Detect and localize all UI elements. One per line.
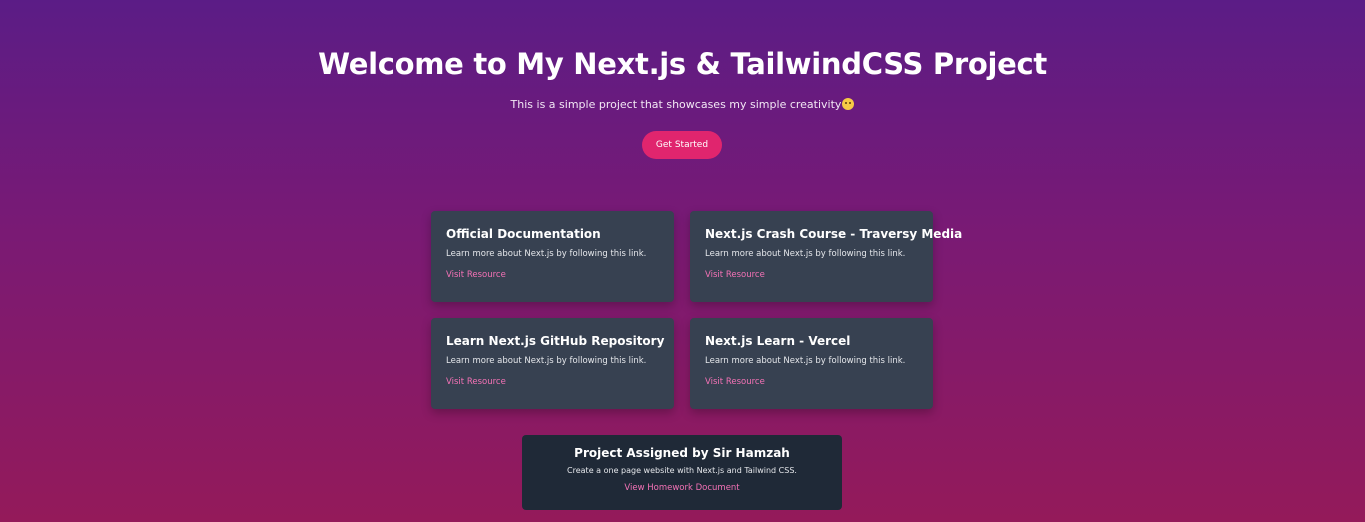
assignment-description: Create a one page website with Next.js a… (567, 466, 797, 475)
resource-card: Official Documentation Learn more about … (431, 211, 674, 302)
smiling-face-icon (842, 98, 855, 110)
resource-card-title: Next.js Crash Course - Traversy Media (705, 227, 963, 241)
resource-card: Next.js Crash Course - Traversy Media Le… (690, 211, 963, 302)
hero-subtitle: This is a simple project that showcases … (0, 98, 1365, 111)
resource-card: Learn Next.js GitHub Repository Learn mo… (431, 318, 674, 409)
resource-card: Next.js Learn - Vercel Learn more about … (690, 318, 933, 409)
resource-card-description: Learn more about Next.js by following th… (446, 249, 647, 259)
page-title: Welcome to My Next.js & TailwindCSS Proj… (318, 47, 1047, 81)
assignment-title: Project Assigned by Sir Hamzah (574, 446, 790, 460)
resource-card-title: Learn Next.js GitHub Repository (446, 334, 665, 348)
visit-resource-link[interactable]: Visit Resource (705, 270, 765, 280)
view-homework-link[interactable]: View Homework Document (624, 483, 739, 493)
resource-card-description: Learn more about Next.js by following th… (446, 356, 647, 366)
visit-resource-link[interactable]: Visit Resource (705, 377, 765, 387)
visit-resource-link[interactable]: Visit Resource (446, 270, 506, 280)
resource-card-description: Learn more about Next.js by following th… (705, 249, 906, 259)
visit-resource-link[interactable]: Visit Resource (446, 377, 506, 387)
resource-card-title: Official Documentation (446, 227, 601, 241)
hero-subtitle-text: This is a simple project that showcases … (510, 98, 842, 111)
assignment-panel: Project Assigned by Sir Hamzah Create a … (522, 435, 842, 510)
resource-card-description: Learn more about Next.js by following th… (705, 356, 906, 366)
get-started-button[interactable]: Get Started (642, 131, 722, 159)
resource-card-title: Next.js Learn - Vercel (705, 334, 851, 348)
